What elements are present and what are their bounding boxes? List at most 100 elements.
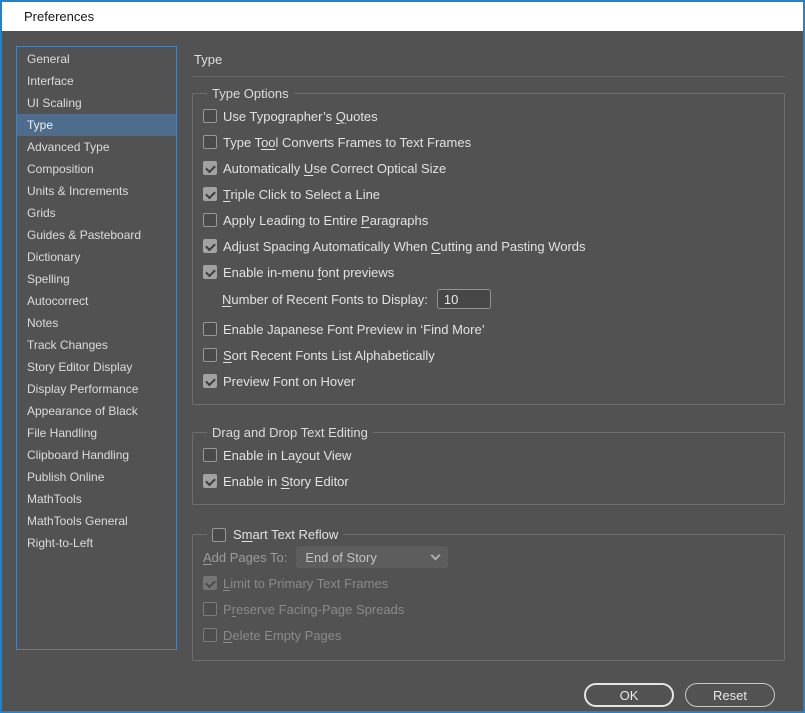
sidebar-item-label: Interface [27,74,74,88]
checkbox-row[interactable]: Limit to Primary Text Frames [203,570,784,596]
ok-button[interactable]: OK [584,683,674,707]
sidebar-item[interactable]: File Handling [17,422,176,444]
checkbox-label: Enable Japanese Font Preview in ‘Find Mo… [223,322,485,337]
sidebar-item[interactable]: Right-to-Left [17,532,176,554]
reset-button[interactable]: Reset [685,683,775,707]
sidebar-item[interactable]: General [17,48,176,70]
checkbox-label: Enable in-menu font previews [223,265,394,280]
sidebar-item[interactable]: Notes [17,312,176,334]
sidebar-item[interactable]: Interface [17,70,176,92]
sidebar-item-label: Right-to-Left [27,536,93,550]
checkbox[interactable] [203,448,217,462]
checkbox-row[interactable]: Preserve Facing-Page Spreads [203,596,784,622]
checkbox-label: Enable in Layout View [223,448,351,463]
sidebar-item-label: Notes [27,316,58,330]
main-panel: Type Type Options Use Typographer’s Quot… [192,47,785,707]
checkbox-row[interactable]: Preview Font on Hover [203,368,784,394]
checkbox-row[interactable]: Enable in Layout View [203,442,784,468]
smart-rows: Limit to Primary Text Frames Preserve Fa… [203,570,784,648]
checkbox-row[interactable]: Adjust Spacing Automatically When Cuttin… [203,233,784,259]
sidebar-item-label: Clipboard Handling [27,448,129,462]
sidebar-item[interactable]: Advanced Type [17,136,176,158]
checkbox-label: Triple Click to Select a Line [223,187,380,202]
smart-text-reflow-group: Smart Text Reflow Add Pages To: End of S… [192,527,785,661]
type-options-rows-top: Use Typographer’s Quotes Type Tool Conve… [203,103,784,285]
sidebar-item[interactable]: Grids [17,202,176,224]
checkbox-row[interactable]: Use Typographer’s Quotes [203,103,784,129]
checkbox-label: Sort Recent Fonts List Alphabetically [223,348,435,363]
sidebar-item[interactable]: UI Scaling [17,92,176,114]
checkbox-row[interactable]: Triple Click to Select a Line [203,181,784,207]
recent-fonts-label: Number of Recent Fonts to Display: [222,292,428,307]
checkbox[interactable] [203,135,217,149]
sidebar-item-label: Track Changes [27,338,108,352]
checkbox[interactable] [203,374,217,388]
sidebar-item[interactable]: MathTools [17,488,176,510]
checkbox[interactable] [203,109,217,123]
drag-drop-legend: Drag and Drop Text Editing [207,425,373,440]
sidebar-item-label: Display Performance [27,382,138,396]
checkbox-label: Delete Empty Pages [223,628,342,643]
sidebar-item-label: Grids [27,206,56,220]
sidebar-item-label: MathTools General [27,514,128,528]
checkbox[interactable] [203,239,217,253]
sidebar-item[interactable]: Guides & Pasteboard [17,224,176,246]
sidebar-item[interactable]: Type [17,114,176,136]
sidebar-item-label: Type [27,118,53,132]
sidebar-item[interactable]: Story Editor Display [17,356,176,378]
smart-text-reflow-label: Smart Text Reflow [233,527,338,542]
checkbox-row[interactable]: Sort Recent Fonts List Alphabetically [203,342,784,368]
smart-text-reflow-checkbox[interactable] [212,528,226,542]
sidebar-item[interactable]: MathTools General [17,510,176,532]
checkbox-label: Preserve Facing-Page Spreads [223,602,404,617]
checkbox-row[interactable]: Enable in-menu font previews [203,259,784,285]
sidebar-item[interactable]: Display Performance [17,378,176,400]
add-pages-dropdown[interactable]: End of Story [296,546,448,568]
sidebar-item[interactable]: Units & Increments [17,180,176,202]
checkbox-label: Preview Font on Hover [223,374,355,389]
sidebar-item-label: Advanced Type [27,140,110,154]
checkbox[interactable] [203,322,217,336]
checkbox-row[interactable]: Enable in Story Editor [203,468,784,494]
smart-text-reflow-legend[interactable]: Smart Text Reflow [207,527,343,542]
checkbox-row[interactable]: Apply Leading to Entire Paragraphs [203,207,784,233]
checkbox-row[interactable]: Delete Empty Pages [203,622,784,648]
checkbox-row[interactable]: Enable Japanese Font Preview in ‘Find Mo… [203,316,784,342]
checkbox[interactable] [203,265,217,279]
preferences-sidebar: General Interface UI Scaling Type Advanc… [16,46,177,650]
checkbox[interactable] [203,348,217,362]
sidebar-item[interactable]: Autocorrect [17,290,176,312]
sidebar-item-label: Appearance of Black [27,404,138,418]
add-pages-value: End of Story [305,550,377,565]
sidebar-item[interactable]: Dictionary [17,246,176,268]
checkbox-row[interactable]: Type Tool Converts Frames to Text Frames [203,129,784,155]
sidebar-item[interactable]: Clipboard Handling [17,444,176,466]
sidebar-item-label: Spelling [27,272,70,286]
preferences-dialog: Preferences General Interface UI Scaling… [0,0,805,713]
checkbox[interactable] [203,161,217,175]
type-options-rows-bottom: Enable Japanese Font Preview in ‘Find Mo… [203,316,784,394]
dialog-title: Preferences [24,9,94,24]
sidebar-item[interactable]: Spelling [17,268,176,290]
sidebar-item[interactable]: Track Changes [17,334,176,356]
sidebar-item[interactable]: Composition [17,158,176,180]
sidebar-item[interactable]: Publish Online [17,466,176,488]
sidebar-item-label: Units & Increments [27,184,128,198]
button-row: OK Reset [192,683,785,707]
checkbox-row[interactable]: Automatically Use Correct Optical Size [203,155,784,181]
sidebar-item-label: Composition [27,162,94,176]
checkbox[interactable] [203,474,217,488]
sidebar-item-label: Dictionary [27,250,80,264]
checkbox[interactable] [203,602,217,616]
checkbox[interactable] [203,213,217,227]
sidebar-item-label: Guides & Pasteboard [27,228,141,242]
checkbox[interactable] [203,628,217,642]
checkbox[interactable] [203,187,217,201]
add-pages-row: Add Pages To: End of Story [203,544,784,570]
checkbox-label: Limit to Primary Text Frames [223,576,388,591]
sidebar-item-label: General [27,52,70,66]
type-options-group: Type Options Use Typographer’s Quotes Ty… [192,86,785,405]
sidebar-item[interactable]: Appearance of Black [17,400,176,422]
checkbox[interactable] [203,576,217,590]
recent-fonts-input[interactable] [437,289,491,309]
